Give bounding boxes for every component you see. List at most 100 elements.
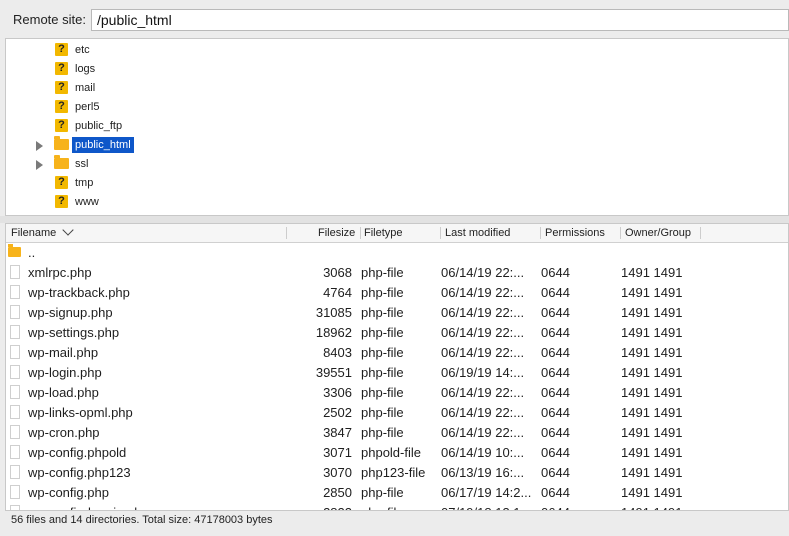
tree-item-mail[interactable]: ? mail [6, 80, 306, 99]
tree-item-label[interactable]: perl5 [72, 99, 102, 115]
tree-item-label[interactable]: public_html [72, 137, 134, 153]
tree-item-public-html[interactable]: public_html [6, 136, 306, 156]
question-icon: ? [55, 176, 68, 189]
file-type: php-file [361, 365, 404, 380]
tree-item-label[interactable]: public_ftp [72, 118, 125, 134]
file-permissions: 0644 [541, 445, 570, 460]
expand-arrow-icon[interactable] [36, 141, 43, 151]
file-name: wp-login.php [28, 365, 102, 380]
tree-item-label[interactable]: etc [72, 42, 93, 58]
tree-item-label[interactable]: ssl [72, 156, 91, 172]
column-owner-group[interactable]: Owner/Group [625, 227, 691, 239]
tree-item-ssl[interactable]: ssl [6, 155, 306, 175]
file-name: wp-signup.php [28, 305, 113, 320]
file-permissions: 0644 [541, 405, 570, 420]
file-row[interactable]: wp-settings.php 18962 php-file 06/14/19 22:… [6, 323, 788, 343]
file-row[interactable]: wp-config.php123 3070 php123-file 06/13/19 … [6, 463, 788, 483]
tree-item-label[interactable]: logs [72, 61, 98, 77]
column-permissions[interactable]: Permissions [545, 227, 605, 239]
folder-icon [54, 155, 69, 169]
file-permissions: 0644 [541, 265, 570, 280]
pane-splitter[interactable] [0, 216, 789, 223]
sort-chevron-down-icon[interactable] [62, 224, 74, 236]
file-type: php-file [361, 325, 404, 340]
file-owner-group: 1491 1491 [621, 385, 683, 400]
file-permissions: 0644 [541, 385, 570, 400]
file-type: php-file [361, 345, 404, 360]
file-name: wp-links-opml.php [28, 405, 133, 420]
remote-file-list[interactable]: Filename Filesize Filetype Last modified… [5, 223, 789, 511]
file-icon [10, 385, 20, 399]
status-summary: 56 files and 14 directories. Total size:… [11, 514, 273, 526]
file-owner-group: 1491 1491 [621, 285, 683, 300]
file-owner-group: 1491 1491 [621, 465, 683, 480]
file-modified: 06/14/19 10:... [441, 445, 525, 460]
column-separator [540, 227, 541, 239]
file-permissions: 0644 [541, 305, 570, 320]
file-modified: 06/19/19 14:... [441, 365, 525, 380]
file-icon [10, 325, 20, 339]
file-owner-group: 1491 1491 [621, 265, 683, 280]
tree-item-label[interactable]: mail [72, 80, 98, 96]
tree-item-perl5[interactable]: ? perl5 [6, 99, 306, 118]
file-icon [10, 285, 20, 299]
remote-path-input[interactable]: /public_html [91, 9, 789, 31]
expand-arrow-icon[interactable] [36, 160, 43, 170]
status-bar: 56 files and 14 directories. Total size:… [0, 511, 789, 536]
question-icon: ? [55, 81, 68, 94]
tree-item-public-ftp[interactable]: ? public_ftp [6, 118, 306, 137]
file-permissions: 0644 [541, 365, 570, 380]
file-type: php-file [361, 405, 404, 420]
column-header: Filename Filesize Filetype Last modified… [6, 224, 788, 243]
remote-directory-tree[interactable]: ? etc? logs? mail? perl5? public_ftp public_ht… [5, 38, 789, 216]
file-name: xmlrpc.php [28, 265, 92, 280]
file-row[interactable]: wp-config.php 2850 php-file 06/17/19 14:2..… [6, 483, 788, 503]
file-type: php-file [361, 485, 404, 500]
column-filetype[interactable]: Filetype [364, 227, 403, 239]
file-icon [10, 265, 20, 279]
column-separator [286, 227, 287, 239]
file-permissions: 0644 [541, 285, 570, 300]
file-row[interactable]: wp-links-opml.php 2502 php-file 06/14/19 22… [6, 403, 788, 423]
file-row[interactable]: wp-login.php 39551 php-file 06/19/19 14:...… [6, 363, 788, 383]
tree-item-etc[interactable]: ? etc [6, 42, 306, 61]
remote-site-label: Remote site: [13, 12, 86, 27]
file-row[interactable]: wp-mail.php 8403 php-file 06/14/19 22:... 06… [6, 343, 788, 363]
file-modified: 06/14/19 22:... [441, 285, 525, 300]
file-type: php-file [361, 385, 404, 400]
file-row[interactable]: wp-signup.php 31085 php-file 06/14/19 22:..… [6, 303, 788, 323]
file-name: wp-config.php123 [28, 465, 131, 480]
file-type: php-file [361, 285, 404, 300]
file-modified: 06/14/19 22:... [441, 325, 525, 340]
column-filename[interactable]: Filename [11, 227, 56, 239]
question-icon: ? [55, 62, 68, 75]
file-row[interactable]: wp-load.php 3306 php-file 06/14/19 22:... 06… [6, 383, 788, 403]
column-last-modified[interactable]: Last modified [445, 227, 510, 239]
file-row[interactable]: xmlrpc.php 3068 php-file 06/14/19 22:... 064… [6, 263, 788, 283]
parent-directory-row[interactable]: .. [6, 243, 788, 263]
file-size: 31085 [315, 305, 352, 320]
file-row[interactable]: wp-cron.php 3847 php-file 06/14/19 22:... 06… [6, 423, 788, 443]
file-owner-group: 1491 1491 [621, 425, 683, 440]
file-permissions: 0644 [541, 465, 570, 480]
file-row[interactable]: wp-config.phpold 3071 phpold-file 06/14/19 … [6, 443, 788, 463]
file-size: 3068 [323, 265, 352, 280]
tree-item-logs[interactable]: ? logs [6, 61, 306, 80]
question-icon: ? [55, 195, 68, 208]
tree-item-label[interactable]: www [72, 194, 102, 210]
folder-icon [8, 244, 21, 257]
file-owner-group: 1491 1491 [621, 445, 683, 460]
file-icon [10, 425, 20, 439]
file-name: wp-config.phpold [28, 445, 127, 460]
question-icon: ? [55, 100, 68, 113]
tree-item-www[interactable]: ? www [6, 194, 306, 213]
file-row[interactable]: wp-config-bvorig.php2822php-file07/19/18… [6, 503, 788, 510]
file-row[interactable]: wp-trackback.php 4764 php-file 06/14/19 22:… [6, 283, 788, 303]
file-modified: 06/13/19 16:... [441, 465, 525, 480]
tree-item-label[interactable]: tmp [72, 175, 96, 191]
column-separator [360, 227, 361, 239]
column-filesize[interactable]: Filesize [318, 227, 355, 239]
tree-item-tmp[interactable]: ? tmp [6, 175, 306, 194]
file-size: 3071 [323, 445, 352, 460]
question-icon: ? [55, 43, 68, 56]
